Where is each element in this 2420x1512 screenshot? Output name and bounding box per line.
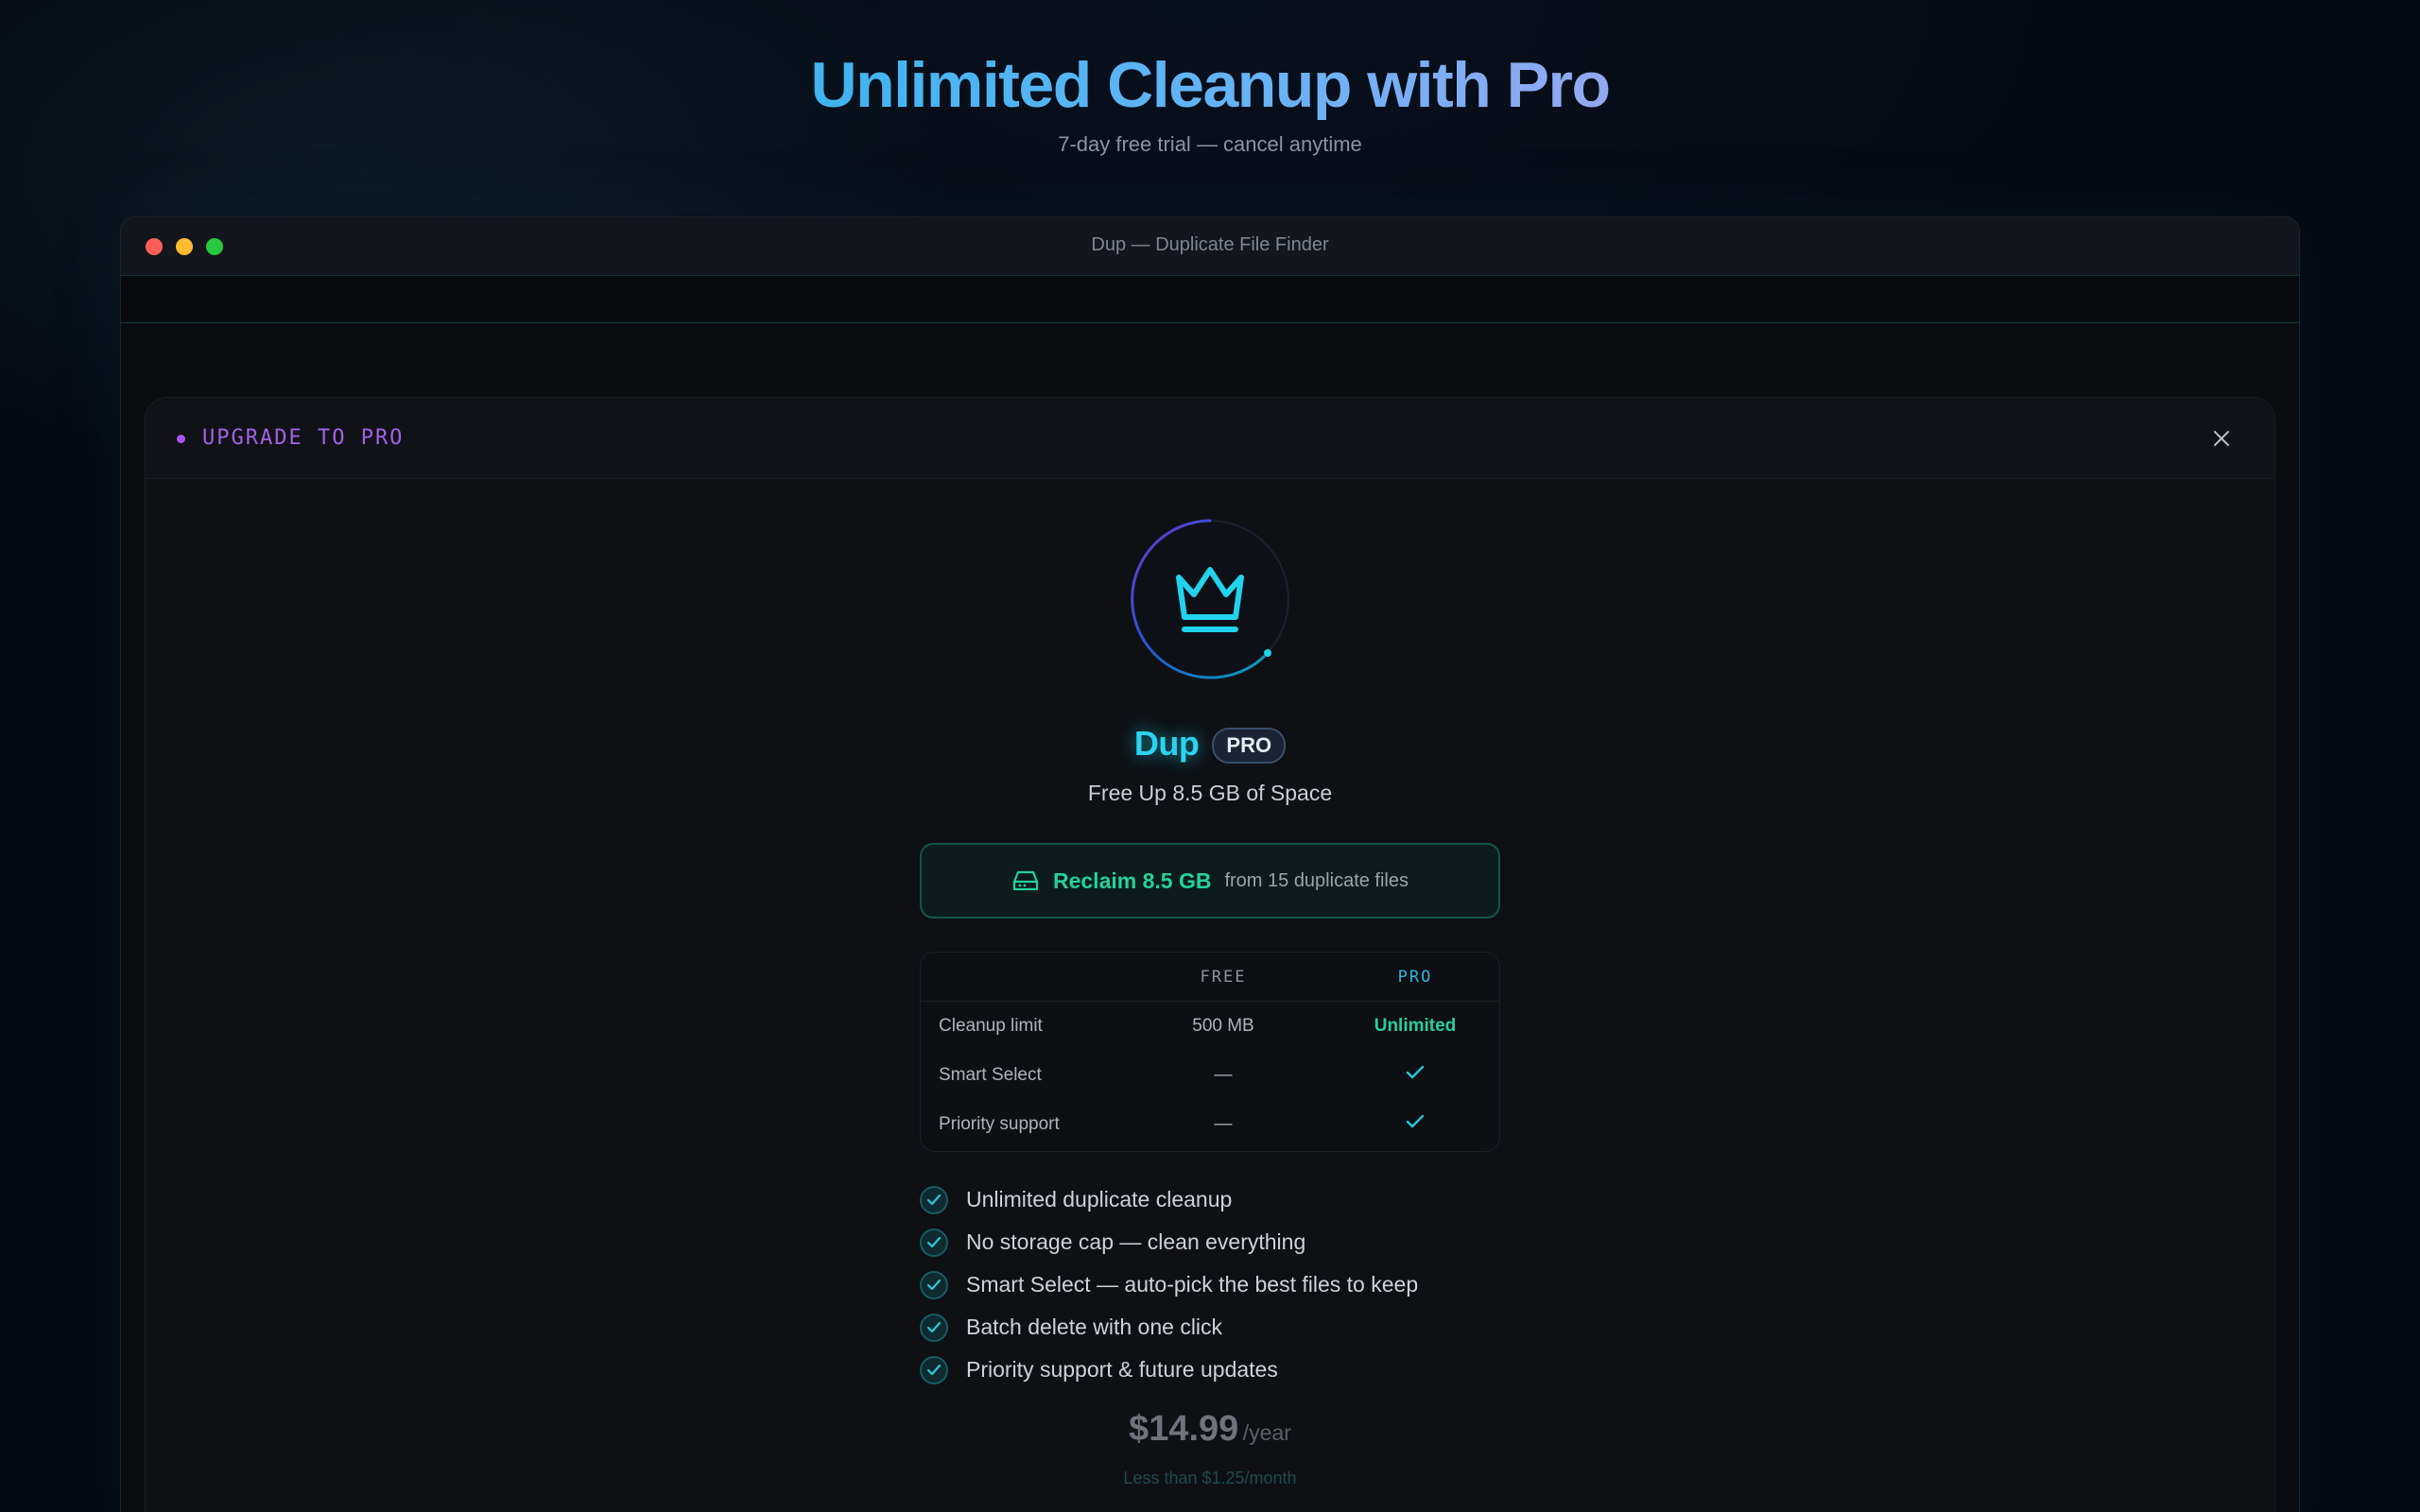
list-item: No storage cap — clean everything xyxy=(920,1221,1582,1263)
price-period: /year xyxy=(1242,1420,1291,1445)
feature-list: Unlimited duplicate cleanup No storage c… xyxy=(920,1178,1582,1391)
free-value: — xyxy=(1214,1114,1233,1134)
list-item: Priority support & future updates xyxy=(920,1349,1582,1391)
row-label: Priority support xyxy=(939,1114,1060,1134)
comparison-table: FREE PRO Cleanup limit 500 MB Unlimited … xyxy=(920,952,1500,1152)
check-icon xyxy=(1406,1114,1425,1128)
reclaim-banner: Reclaim 8.5 GB from 15 duplicate files xyxy=(920,843,1500,919)
free-column-header: FREE xyxy=(1200,967,1247,987)
free-value: 500 MB xyxy=(1192,1016,1254,1036)
list-item: Batch delete with one click xyxy=(920,1306,1582,1349)
check-circle-icon xyxy=(920,1313,948,1342)
check-circle-icon xyxy=(920,1270,948,1299)
price: $14.99 /year xyxy=(146,1409,2274,1450)
pro-column-header: PRO xyxy=(1397,967,1433,987)
pro-value xyxy=(1330,1065,1500,1086)
window-title: Dup — Duplicate File Finder xyxy=(1091,234,1329,255)
reclaim-amount: Reclaim 8.5 GB xyxy=(1052,868,1212,893)
toolbar xyxy=(121,276,2299,323)
row-label: Cleanup limit xyxy=(939,1016,1043,1036)
feature-text: No storage cap — clean everything xyxy=(966,1229,1306,1254)
pro-value: Unlimited xyxy=(1374,1016,1457,1036)
status-dot xyxy=(177,435,185,443)
close-icon xyxy=(2214,431,2229,446)
crown-emblem xyxy=(1122,511,1298,687)
hard-drive-icon xyxy=(1012,870,1039,891)
app-name: Dup xyxy=(1133,724,1200,763)
row-label: Smart Select xyxy=(939,1065,1042,1085)
feature-text: Smart Select — auto-pick the best files … xyxy=(966,1272,1419,1297)
list-item: Smart Select — auto-pick the best files … xyxy=(920,1263,1582,1306)
app-title-row: Dup PRO xyxy=(146,724,2274,764)
check-circle-icon xyxy=(920,1228,948,1257)
table-row: Priority support — xyxy=(921,1100,1499,1149)
free-value: — xyxy=(1214,1065,1233,1085)
hero-subtitle: 7-day free trial — cancel anytime xyxy=(1058,132,1362,156)
price-amount: $14.99 xyxy=(1129,1409,1239,1449)
modal-header: UPGRADE TO PRO xyxy=(146,398,2274,479)
feature-text: Priority support & future updates xyxy=(966,1357,1278,1382)
table-header-row: FREE PRO xyxy=(921,953,1499,1002)
feature-text: Unlimited duplicate cleanup xyxy=(966,1187,1233,1211)
check-circle-icon xyxy=(920,1355,948,1384)
pro-badge: PRO xyxy=(1212,728,1287,764)
pro-value xyxy=(1330,1114,1500,1135)
check-circle-icon xyxy=(920,1185,948,1214)
table-row: Cleanup limit 500 MB Unlimited xyxy=(921,1002,1499,1051)
list-item: Unlimited duplicate cleanup xyxy=(920,1178,1582,1221)
upgrade-modal: UPGRADE TO PRO Dup PRO Free Up 8.5 GB of… xyxy=(145,397,2275,1512)
modal-label: UPGRADE TO PRO xyxy=(202,426,405,450)
price-note: Less than $1.25/month xyxy=(1123,1469,1297,1487)
hero-title: Unlimited Cleanup with Pro xyxy=(810,49,1611,121)
window-titlebar: Dup — Duplicate File Finder xyxy=(121,217,2299,276)
table-row: Smart Select — xyxy=(921,1051,1499,1100)
close-modal-button[interactable] xyxy=(2206,423,2237,454)
check-icon xyxy=(1406,1065,1425,1079)
tagline: Free Up 8.5 GB of Space xyxy=(1087,781,1333,805)
feature-text: Batch delete with one click xyxy=(966,1314,1223,1339)
app-window: Dup — Duplicate File Finder UPGRADE TO P… xyxy=(120,216,2300,1512)
reclaim-detail: from 15 duplicate files xyxy=(1224,869,1409,891)
